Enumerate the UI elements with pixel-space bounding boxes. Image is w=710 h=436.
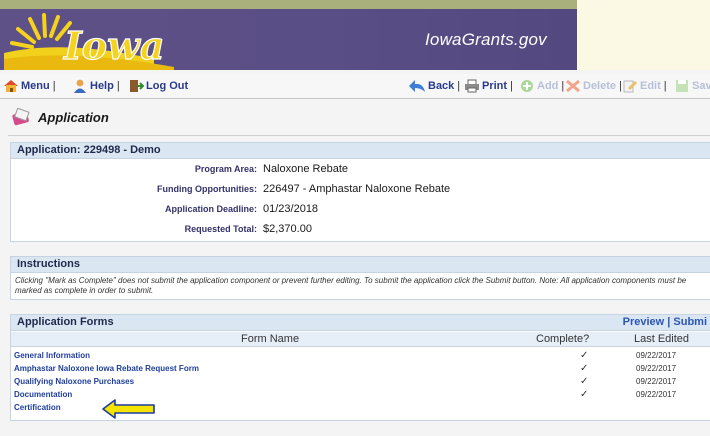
yellow-arrow-icon	[102, 399, 155, 419]
iowa-logo: Iowa	[4, 13, 174, 70]
last-edited-date: 09/22/2017	[636, 351, 677, 360]
header-divider	[8, 135, 710, 136]
form-link-documentation[interactable]: Documentation	[14, 390, 72, 399]
last-edited-date: 09/22/2017	[636, 377, 677, 386]
page-title: Application	[38, 109, 109, 125]
program-area-label: Program Area:	[194, 164, 257, 174]
site-title: IowaGrants.gov	[425, 30, 547, 49]
back-button[interactable]: Back |	[408, 79, 463, 93]
program-area-row: Program Area: Naloxone Rebate	[11, 160, 710, 179]
application-forms-title: Application Forms	[17, 316, 114, 328]
help-label: Help	[90, 80, 114, 92]
column-complete: Complete?	[536, 333, 590, 345]
last-edited-date: 09/22/2017	[636, 364, 677, 373]
save-label: Sav	[692, 80, 710, 92]
help-button[interactable]: Help |	[72, 79, 123, 93]
application-summary-panel: Application: 229498 - Demo Program Area:…	[10, 142, 710, 242]
site-banner: Iowa IowaGrants.gov	[0, 0, 710, 70]
complete-check-icon: ✓	[580, 376, 589, 387]
delete-button[interactable]: Delete |	[565, 79, 625, 93]
complete-check-icon: ✓	[580, 350, 589, 361]
add-icon	[521, 80, 533, 92]
preview-submit-links[interactable]: Preview | Submi	[623, 315, 707, 330]
funding-opportunity-value: 226497 - Amphastar Naloxone Rebate	[263, 183, 451, 195]
delete-label: Delete	[583, 80, 617, 92]
printer-icon	[465, 79, 479, 93]
edit-icon	[623, 80, 638, 93]
logo-text: Iowa	[63, 23, 164, 68]
requested-total-row: Requested Total: $2,370.00	[11, 220, 710, 239]
logout-label: Log Out	[146, 80, 189, 92]
instructions-panel: Instructions Clicking "Mark as Complete"…	[10, 256, 710, 300]
column-last-edited: Last Edited	[634, 333, 690, 345]
back-label: Back	[428, 80, 455, 92]
form-row-rebate-request: Amphastar Naloxone Iowa Rebate Request F…	[11, 363, 710, 376]
logout-button[interactable]: Log Out	[128, 79, 188, 93]
last-edited-date: 09/22/2017	[636, 390, 677, 399]
banner-top-strip	[0, 0, 577, 9]
funding-opportunity-row: Funding Opportunities: 226497 - Amphasta…	[11, 180, 710, 199]
page-header: Application	[10, 108, 109, 126]
add-button[interactable]: Add |	[519, 79, 567, 93]
form-row-general-information: General Information ✓ 09/22/2017	[11, 350, 710, 363]
menu-button[interactable]: Menu |	[3, 79, 59, 93]
forms-column-headers: Form Name Complete? Last Edited	[11, 332, 710, 347]
door-icon	[130, 80, 144, 92]
print-label: Print	[482, 80, 508, 92]
form-row-qualifying-purchases: Qualifying Naloxone Purchases ✓ 09/22/20…	[11, 376, 710, 389]
application-deadline-label: Application Deadline:	[164, 204, 257, 214]
form-link-certification[interactable]: Certification	[14, 403, 61, 412]
column-form-name: Form Name	[241, 333, 300, 345]
requested-total-label: Requested Total:	[184, 224, 257, 234]
edit-button[interactable]: Edit |	[622, 79, 670, 93]
complete-check-icon: ✓	[580, 389, 589, 400]
instructions-header: Instructions	[11, 257, 710, 273]
form-link-general-information[interactable]: General Information	[14, 351, 90, 360]
application-deadline-value: 01/23/2018	[263, 203, 319, 215]
save-button[interactable]: Sav	[674, 79, 710, 93]
application-forms-header: Application Forms Preview | Submi	[11, 315, 710, 331]
back-arrow-icon	[409, 80, 425, 92]
person-icon	[74, 79, 86, 93]
application-header: Application: 229498 - Demo	[11, 143, 710, 159]
complete-check-icon: ✓	[580, 363, 589, 374]
edit-label: Edit	[640, 80, 661, 92]
form-link-rebate-request[interactable]: Amphastar Naloxone Iowa Rebate Request F…	[14, 364, 199, 373]
menu-label: Menu	[21, 80, 50, 92]
delete-x-icon	[566, 79, 580, 93]
print-button[interactable]: Print |	[464, 79, 516, 93]
banner-main: Iowa IowaGrants.gov	[0, 9, 577, 70]
form-link-qualifying-purchases[interactable]: Qualifying Naloxone Purchases	[14, 377, 134, 386]
add-label: Add	[537, 80, 559, 92]
instructions-text: Clicking "Mark as Complete" does not sub…	[15, 276, 687, 295]
program-area-value: Naloxone Rebate	[263, 163, 349, 175]
funding-opportunity-label: Funding Opportunities:	[157, 184, 257, 194]
requested-total-value: $2,370.00	[263, 223, 312, 235]
application-deadline-row: Application Deadline: 01/23/2018	[11, 200, 710, 219]
save-icon	[676, 80, 688, 92]
application-icon	[12, 108, 30, 126]
house-icon	[4, 80, 18, 92]
toolbar: Menu | Help | Log Out Back | Print | Add |	[0, 74, 710, 99]
